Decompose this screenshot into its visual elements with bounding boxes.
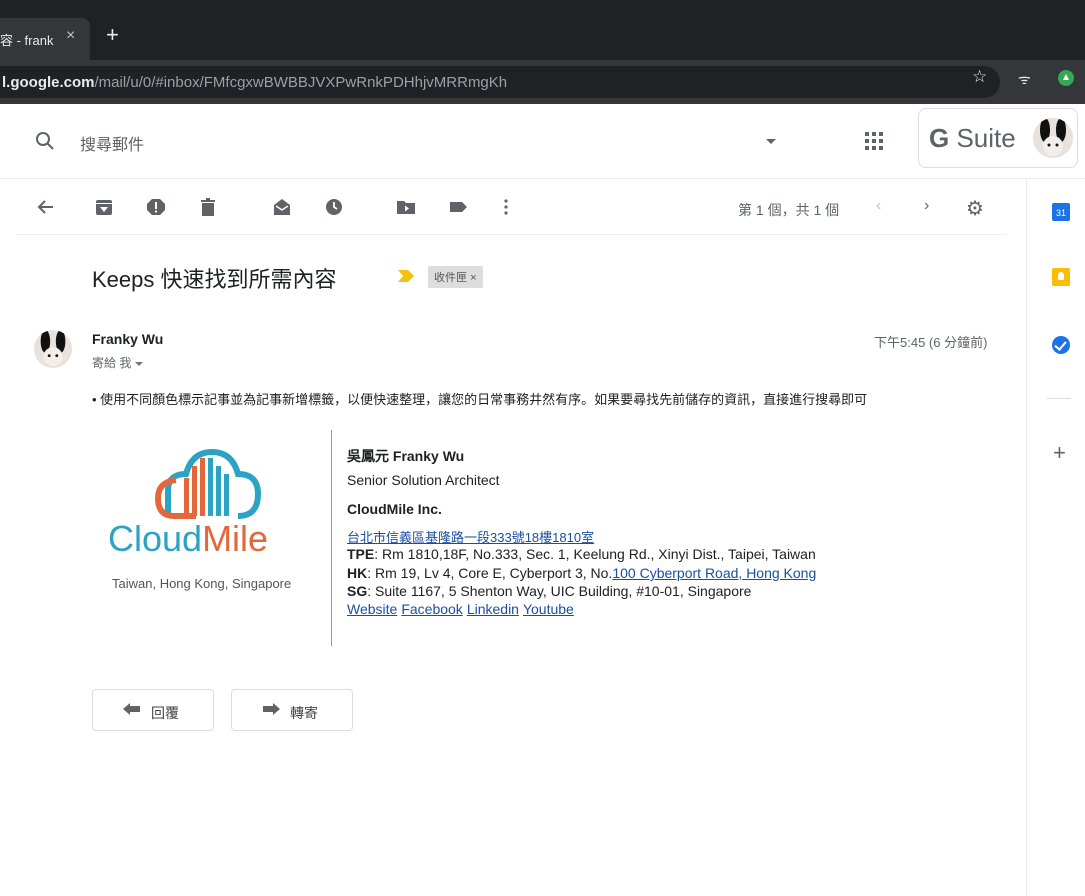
next-chevron-icon[interactable]: › <box>924 197 929 215</box>
sg-label: SG <box>347 583 368 599</box>
sg-text: : Suite 1167, 5 Shenton Way, UIC Buildin… <box>367 583 752 599</box>
recipient-text: 寄給 我 <box>92 356 132 370</box>
forward-label: 轉寄 <box>290 705 318 721</box>
bookmark-star-icon[interactable]: ☆ <box>972 67 987 87</box>
signature-divider <box>331 430 332 646</box>
regions-text: Taiwan, Hong Kong, Singapore <box>112 576 292 591</box>
label-icon[interactable] <box>448 197 468 217</box>
reply-arrow-icon <box>123 703 140 715</box>
archive-icon[interactable] <box>94 197 114 217</box>
youtube-link[interactable]: Youtube <box>523 601 574 617</box>
url-text[interactable]: l.google.com/mail/u/0/#inbox/FMfcgxwBWBB… <box>2 74 507 91</box>
tpe-text: : Rm 1810,18F, No.333, Sec. 1, Keelung R… <box>374 546 816 562</box>
company-logo-block: CloudMile Taiwan, Hong Kong, Singapore <box>104 430 322 646</box>
tpe-label: TPE <box>347 546 375 562</box>
side-panel-rail: 31 + <box>1026 178 1085 896</box>
facebook-link[interactable]: Facebook <box>401 601 462 617</box>
label-text: 收件匣 <box>434 272 467 284</box>
tasks-icon[interactable] <box>1052 336 1070 354</box>
move-to-folder-icon[interactable] <box>396 197 416 217</box>
address-zh-link[interactable]: 台北市信義區基隆路一段333號18樓1810室 <box>347 527 594 546</box>
page-count: 第 1 個，共 1 個 <box>738 202 840 218</box>
back-arrow-icon[interactable] <box>36 197 56 217</box>
omnibox[interactable]: l.google.com/mail/u/0/#inbox/FMfcgxwBWBB… <box>0 66 1000 98</box>
rabbit-avatar-image <box>1033 118 1073 158</box>
extension-icon[interactable]: ᯤ <box>1018 70 1031 89</box>
sg-address: SG: Suite 1167, 5 Shenton Way, UIC Build… <box>347 583 751 599</box>
keep-icon[interactable] <box>1052 268 1070 286</box>
inbox-label-chip[interactable]: 收件匣 × <box>428 266 483 288</box>
snooze-clock-icon[interactable] <box>324 197 344 217</box>
reply-button[interactable]: 回覆 <box>92 689 214 731</box>
forward-button[interactable]: 轉寄 <box>231 689 353 731</box>
report-spam-icon[interactable] <box>146 197 166 217</box>
gsuite-account-button[interactable]: G Suite <box>918 108 1078 168</box>
hk-text: : Rm 19, Lv 4, Core E, Cyberport 3, No. <box>367 565 613 581</box>
gsuite-suite: Suite <box>949 123 1016 153</box>
gsuite-g: G <box>929 123 950 153</box>
gsuite-logo: G Suite <box>929 123 1016 154</box>
browser-tab[interactable]: 容 - frank × <box>0 18 90 60</box>
forward-arrow-icon <box>263 703 280 715</box>
cloudmile-cloud-logo-icon <box>154 448 262 519</box>
reply-label: 回覆 <box>151 705 179 721</box>
signature-name: 吳鳳元 Franky Wu <box>347 448 465 464</box>
url-path: /mail/u/0/#inbox/FMfcgxwBWBBJVXPwRnkPDHh… <box>94 74 508 91</box>
importance-marker-icon[interactable] <box>398 270 414 282</box>
signature-title: Senior Solution Architect <box>347 472 500 488</box>
email-body: • 使用不同顏色標示記事並為記事新增標籤，以便快速整理，讓您的日常事務井然有序。… <box>92 392 868 407</box>
tab-title: 容 - frank <box>0 33 54 48</box>
hk-address-link[interactable]: 100 Cyberport Road, Hong Kong <box>612 565 816 581</box>
wordmark-cloud: Cloud <box>108 518 203 559</box>
search-icon[interactable] <box>34 130 56 152</box>
close-tab-icon[interactable]: × <box>66 27 75 45</box>
tpe-address: TPE: Rm 1810,18F, No.333, Sec. 1, Keelun… <box>347 546 816 562</box>
sender-name: Franky Wu <box>92 331 164 347</box>
email-subject: Keeps 快速找到所需內容 <box>92 267 337 292</box>
mark-unread-icon[interactable] <box>272 197 292 217</box>
calendar-icon[interactable]: 31 <box>1052 203 1070 221</box>
recipient-details[interactable]: 寄給 我 <box>92 354 144 371</box>
rail-divider <box>1047 398 1071 399</box>
browser-tabstrip: 容 - frank × + <box>0 0 1085 60</box>
message-toolbar: 第 1 個，共 1 個 ‹ › ⚙ <box>16 180 1006 235</box>
apps-grid-icon[interactable] <box>865 132 883 150</box>
hk-address: HK: Rm 19, Lv 4, Core E, Cyberport 3, No… <box>347 565 816 581</box>
email-timestamp: 下午5:45 (6 分鐘前) <box>874 335 988 350</box>
account-avatar[interactable] <box>1033 118 1073 158</box>
update-icon[interactable] <box>1058 70 1074 86</box>
details-chevron-icon[interactable] <box>135 361 144 366</box>
add-addon-plus-icon[interactable]: + <box>1053 440 1066 466</box>
remove-label-icon[interactable]: × <box>470 272 476 284</box>
url-host: l.google.com <box>2 74 95 91</box>
previous-chevron-icon[interactable]: ‹ <box>876 197 881 215</box>
settings-gear-icon[interactable]: ⚙ <box>966 196 984 221</box>
hk-label: HK <box>347 565 368 581</box>
signature-company: CloudMile Inc. <box>347 501 442 517</box>
wordmark-mile: Mile <box>202 518 269 559</box>
search-input[interactable]: 搜尋郵件 <box>80 131 144 155</box>
more-options-icon[interactable] <box>496 197 516 217</box>
search-options-chevron-icon[interactable] <box>766 139 776 144</box>
delete-icon[interactable] <box>198 197 218 217</box>
cloudmile-wordmark: CloudMile <box>108 518 268 560</box>
website-link[interactable]: Website <box>347 601 397 617</box>
signature-links: Website Facebook Linkedin Youtube <box>347 601 578 617</box>
linkedin-link[interactable]: Linkedin <box>467 601 519 617</box>
new-tab-icon[interactable]: + <box>106 24 119 46</box>
gmail-header: 搜尋郵件 G Suite <box>0 104 1085 179</box>
calendar-day: 31 <box>1055 208 1066 218</box>
sender-avatar[interactable] <box>34 330 72 368</box>
rabbit-avatar-image <box>34 330 72 368</box>
address-bar: l.google.com/mail/u/0/#inbox/FMfcgxwBWBB… <box>0 60 1085 104</box>
